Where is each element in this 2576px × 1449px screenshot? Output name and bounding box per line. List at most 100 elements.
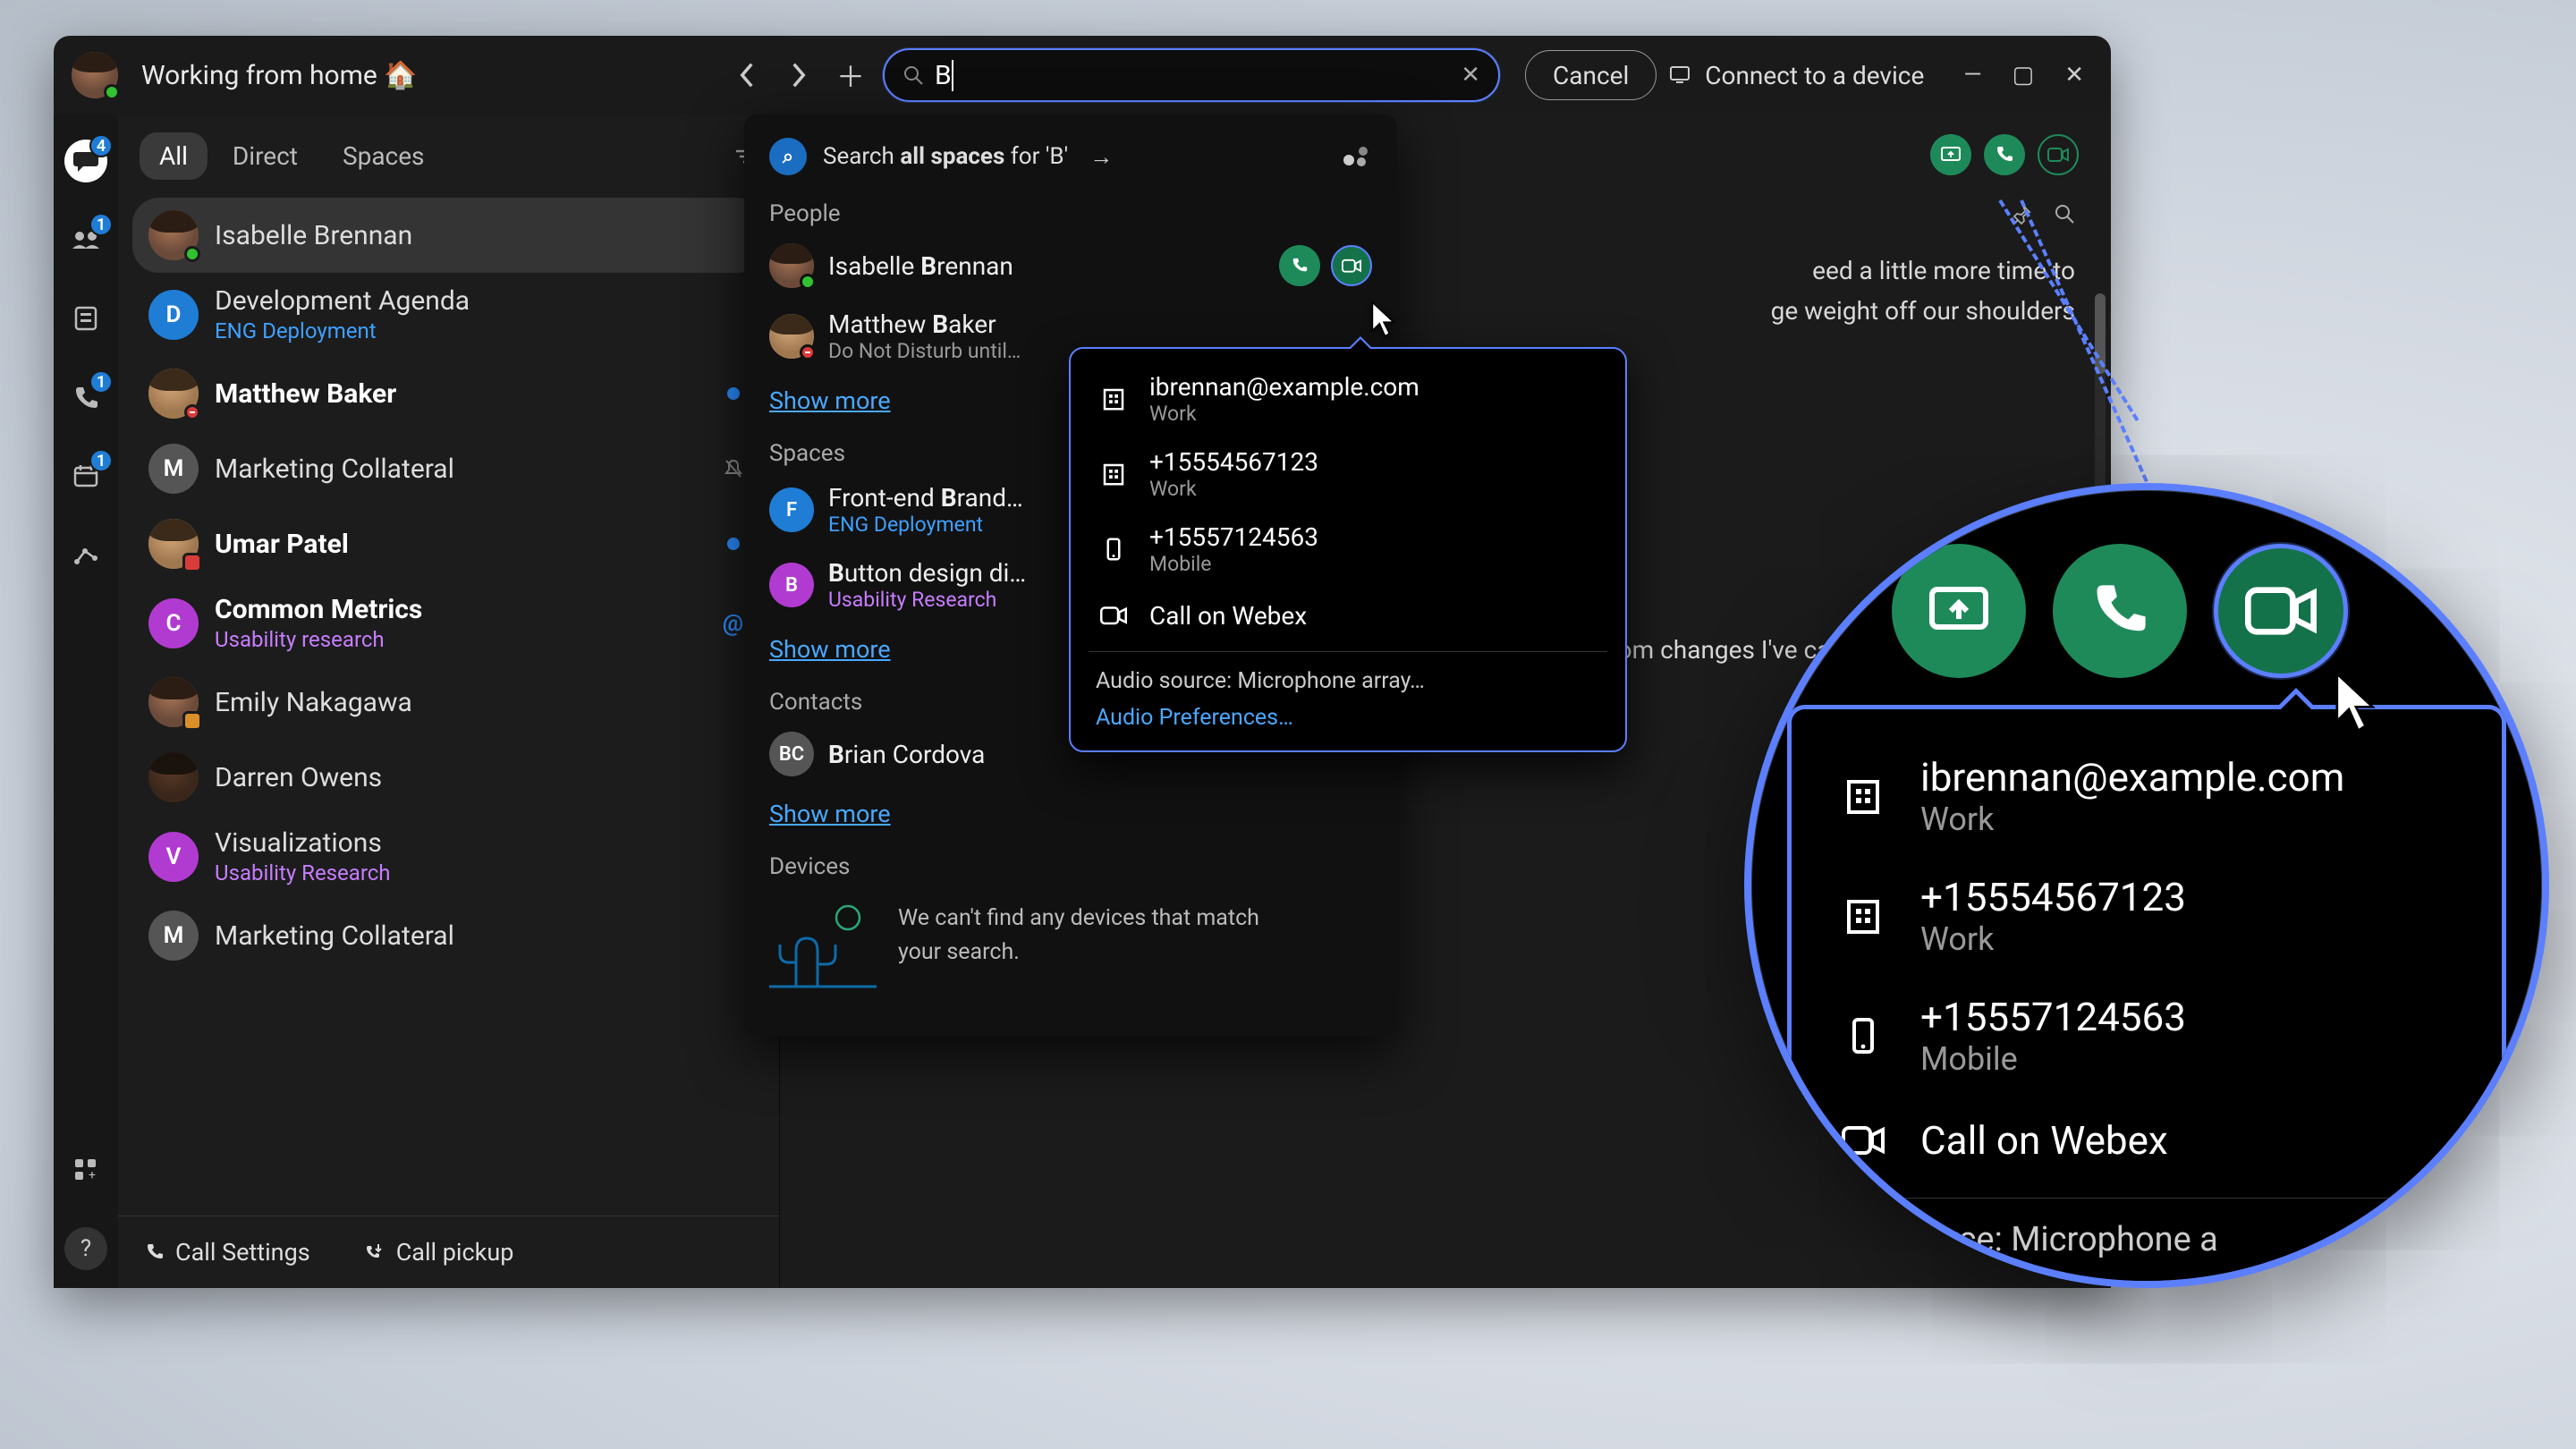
rail-help-icon[interactable]: ? <box>64 1227 107 1270</box>
sidebar-item[interactable]: Matthew Baker <box>132 356 765 431</box>
video-icon <box>1836 1114 1890 1167</box>
mobile-icon <box>1096 531 1131 567</box>
sidebar-tab-all[interactable]: All <box>140 132 208 180</box>
lens-call-option-row: Call on Webex <box>1792 1096 2502 1185</box>
close-button[interactable]: ✕ <box>2064 62 2084 89</box>
sidebar-item[interactable]: Umar Patel <box>132 506 765 581</box>
lens-video-button <box>2214 544 2348 678</box>
mobile-icon <box>1836 1009 1890 1063</box>
lens-call-option-row: +15557124563 Mobile <box>1792 976 2502 1096</box>
sidebar-tab-direct[interactable]: Direct <box>213 132 318 180</box>
lens-popover: ibrennan@example.com Work +15554567123 W… <box>1787 705 2506 1288</box>
rail-teams[interactable]: 1 <box>64 218 107 261</box>
nav-back[interactable] <box>727 55 767 95</box>
result-sub: Do Not Disturb until… <box>828 339 1021 363</box>
sidebar-item[interactable]: Emily Nakagawa <box>132 665 765 740</box>
call-option-sub: Mobile <box>1149 552 1318 576</box>
sidebar-tab-spaces[interactable]: Spaces <box>323 132 445 180</box>
search-input[interactable]: B ✕ <box>883 48 1500 102</box>
sidebar-item-title: Marketing Collateral <box>215 920 454 952</box>
call-option-row[interactable]: ibrennan@example.com Work <box>1071 361 1625 436</box>
presence-filter-icon[interactable] <box>1336 144 1372 169</box>
result-name: Matthew Baker <box>828 309 1021 339</box>
lens-share-button <box>1892 544 2026 678</box>
rail-messaging-badge: 4 <box>89 134 113 157</box>
zoom-callout: ibrennan@example.com Work +15554567123 W… <box>1744 483 2549 1288</box>
rail-apps-icon[interactable]: + <box>64 1148 107 1191</box>
sidebar-item-title: Development Agenda <box>215 285 470 317</box>
lens-audio-button <box>2053 544 2187 678</box>
call-option-row[interactable]: +15554567123 Work <box>1071 436 1625 512</box>
sidebar-item[interactable]: Isabelle Brennan <box>132 198 765 273</box>
user-avatar[interactable] <box>72 52 118 98</box>
building-icon <box>1096 456 1131 492</box>
call-option-main: +15554567123 <box>1149 447 1318 477</box>
video-call-button[interactable] <box>2038 134 2079 175</box>
sidebar-item[interactable]: CCommon MetricsUsability research@ <box>132 581 765 665</box>
call-settings-button[interactable]: Call Settings <box>145 1238 310 1267</box>
call-option-main: Call on Webex <box>1149 601 1307 631</box>
search-in-space-icon[interactable] <box>2054 203 2075 225</box>
rail-meetings-badge: 1 <box>89 449 113 472</box>
sidebar-item-title: Darren Owens <box>215 762 382 793</box>
call-option-sub: Work <box>1149 402 1419 426</box>
rail-messaging[interactable]: 4 <box>64 140 107 182</box>
call-option-row[interactable]: Call on Webex <box>1071 587 1625 644</box>
rail-analytics-icon[interactable] <box>64 533 107 576</box>
rail-contacts-icon[interactable] <box>64 297 107 340</box>
audio-source-text: Audio source: Microphone array… <box>1071 659 1625 703</box>
presence-dot <box>104 84 120 100</box>
result-sub: Usability Research <box>828 588 1026 612</box>
sidebar: All Direct Spaces Isabelle Brennan DDevel… <box>118 114 780 1288</box>
sidebar-item-title: Common Metrics <box>215 594 422 625</box>
sidebar-item-title: Marketing Collateral <box>215 453 454 485</box>
minimize-button[interactable]: — <box>1963 62 1981 89</box>
maximize-button[interactable]: ▢ <box>2012 62 2035 89</box>
sidebar-item[interactable]: Darren Owens <box>132 740 765 815</box>
result-name: Button design di… <box>828 558 1026 588</box>
audio-call-button[interactable] <box>1984 134 2025 175</box>
sidebar-item-title: Matthew Baker <box>215 378 396 410</box>
search-result-row[interactable]: Isabelle Brennan <box>744 233 1397 299</box>
lens-audio-source: dio source: Microphone a <box>1792 1211 2502 1268</box>
dd-section-people: People <box>744 188 1397 233</box>
search-query: B <box>935 60 952 91</box>
result-name: Brian Cordova <box>828 740 985 769</box>
rail-meetings[interactable]: 1 <box>64 454 107 497</box>
sidebar-list: Isabelle Brennan DDevelopment AgendaENG D… <box>118 194 779 1216</box>
audio-preferences-link[interactable]: Audio Preferences… <box>1071 703 1625 738</box>
rail-calls-badge: 1 <box>89 370 113 394</box>
call-option-main: ibrennan@example.com <box>1149 372 1419 402</box>
search-go-icon[interactable]: → <box>1089 143 1113 171</box>
sidebar-item[interactable]: MMarketing Collateral <box>132 431 765 506</box>
rail-calls[interactable]: 1 <box>64 376 107 419</box>
cancel-button[interactable]: Cancel <box>1525 50 1657 100</box>
sidebar-item[interactable]: VVisualizationsUsability Research <box>132 815 765 898</box>
window-controls: — ▢ ✕ <box>1963 62 2084 89</box>
connect-device-button[interactable]: Connect to a device <box>1669 61 1924 90</box>
video-icon <box>1096 597 1131 633</box>
result-audio-call[interactable] <box>1279 245 1320 286</box>
building-icon <box>1096 381 1131 417</box>
status-text[interactable]: Working from home 🏠 <box>141 60 418 91</box>
svg-text:+: + <box>89 1168 96 1182</box>
sidebar-item[interactable]: DDevelopment AgendaENG Deployment <box>132 273 765 356</box>
new-item-button[interactable]: ＋ <box>831 55 870 95</box>
nav-forward[interactable] <box>779 55 818 95</box>
result-video-call[interactable] <box>1331 245 1372 286</box>
show-more-contacts[interactable]: Show more <box>744 787 1397 841</box>
rail-teams-badge: 1 <box>89 213 113 236</box>
sidebar-item-title: Isabelle Brennan <box>215 220 412 251</box>
share-screen-button[interactable] <box>1930 134 1971 175</box>
mute-icon <box>724 458 743 479</box>
unread-dot <box>727 387 740 400</box>
clear-search-icon[interactable]: ✕ <box>1461 62 1480 89</box>
sidebar-item[interactable]: MMarketing Collateral <box>132 898 765 973</box>
call-option-row[interactable]: +15557124563 Mobile <box>1071 512 1625 587</box>
mention-icon: @ <box>723 610 743 637</box>
search-scope-text[interactable]: Search all spaces for 'B' <box>823 143 1068 170</box>
call-pickup-button[interactable]: Call pickup <box>364 1238 514 1267</box>
call-options-popover: ibrennan@example.com Work +15554567123 W… <box>1069 347 1627 752</box>
sidebar-item-title: Visualizations <box>215 827 391 859</box>
result-name: Isabelle Brennan <box>828 251 1013 281</box>
